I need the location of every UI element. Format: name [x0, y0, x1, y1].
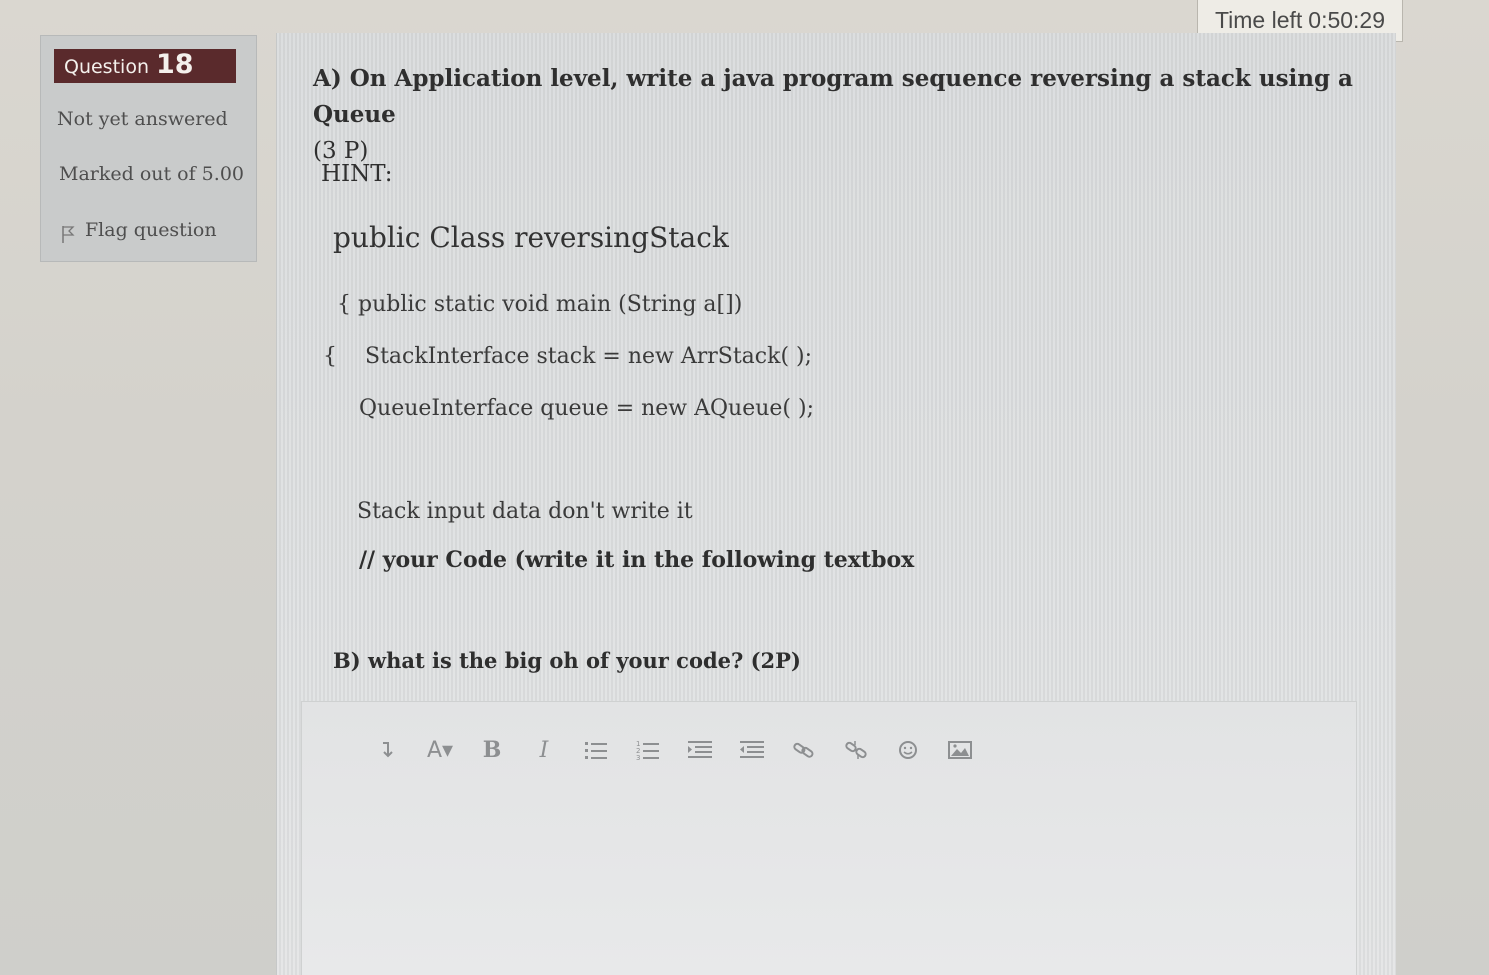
unlink-icon[interactable] — [830, 732, 882, 768]
question-state: Not yet answered — [57, 108, 228, 130]
question-part-a: A) On Application level, write a java pr… — [313, 61, 1353, 169]
editor-toolbar: A▾ B I 1 2 3 — [362, 730, 986, 770]
code-brace: { — [323, 344, 337, 369]
question-grade: Marked out of 5.00 — [59, 163, 244, 185]
hint-label: HINT: — [321, 161, 393, 187]
image-icon[interactable] — [934, 732, 986, 768]
code-class-declaration: public Class reversingStack — [333, 221, 729, 254]
svg-text:3: 3 — [636, 754, 640, 761]
timer-label: Time left — [1214, 7, 1303, 33]
question-number-badge: Question 18 — [54, 49, 236, 83]
code-comment-your-code: // your Code (write it in the following … — [359, 547, 915, 573]
unordered-list-icon[interactable] — [570, 732, 622, 768]
ordered-list-icon[interactable]: 1 2 3 — [622, 732, 674, 768]
italic-icon[interactable]: I — [518, 732, 570, 768]
code-stack-text: StackInterface stack = new ArrStack( ); — [365, 344, 813, 369]
answer-editor[interactable]: A▾ B I 1 2 3 — [301, 701, 1357, 975]
question-info: Question 18 Not yet answered Marked out … — [40, 35, 257, 262]
question-part-b: B) what is the big oh of your code? (2P) — [333, 648, 801, 673]
question-part-a-text: A) On Application level, write a java pr… — [313, 65, 1353, 128]
link-icon[interactable] — [778, 732, 830, 768]
code-main-declaration: { public static void main (String a[]) — [337, 292, 743, 317]
flag-question-link[interactable]: Flag question — [61, 216, 217, 244]
emoticon-icon[interactable] — [882, 732, 934, 768]
timer-value: 0:50:29 — [1308, 7, 1386, 33]
question-number: 18 — [155, 49, 194, 80]
code-comment-input: Stack input data don't write it — [357, 499, 693, 524]
indent-icon[interactable] — [674, 732, 726, 768]
flag-question-label: Flag question — [85, 219, 217, 241]
code-stack-line: { StackInterface stack = new ArrStack( ); — [323, 344, 812, 369]
code-queue-line: QueueInterface queue = new AQueue( ); — [359, 396, 815, 421]
toolbar-toggle-icon[interactable] — [362, 732, 414, 768]
bold-icon[interactable]: B — [466, 732, 518, 768]
flag-icon — [61, 224, 75, 244]
question-label: Question — [64, 56, 149, 78]
outdent-icon[interactable] — [726, 732, 778, 768]
font-style-icon[interactable]: A▾ — [414, 732, 466, 768]
question-content: A) On Application level, write a java pr… — [276, 33, 1396, 975]
